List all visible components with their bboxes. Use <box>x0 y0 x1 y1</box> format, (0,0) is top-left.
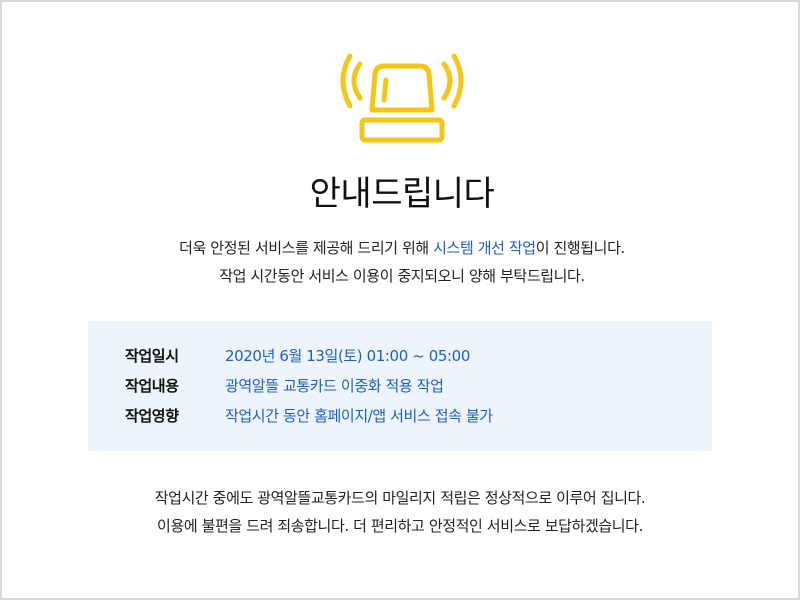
info-label-content: 작업내용 <box>125 377 179 395</box>
notice-line-2: 이용에 불편을 드려 죄송합니다. 더 편리하고 안정적인 서비스로 보답하겠습… <box>157 517 643 535</box>
maintenance-info-box: 작업일시 2020년 6월 13일(토) 01:00 ~ 05:00 작업내용 … <box>88 321 712 451</box>
info-label-impact: 작업영향 <box>125 407 179 425</box>
info-value-impact: 작업시간 동안 홈페이지/앱 서비스 접속 불가 <box>225 407 493 425</box>
intro-line-1: 더욱 안정된 서비스를 제공해 드리기 위해 시스템 개선 작업이 진행됩니다. <box>2 234 800 262</box>
info-value-content: 광역알뜰 교통카드 이중화 적용 작업 <box>225 377 444 395</box>
intro-text: 더욱 안정된 서비스를 제공해 드리기 위해 시스템 개선 작업이 진행됩니다.… <box>2 234 800 290</box>
closing-notice: 작업시간 중에도 광역알뜰교통카드의 마일리지 적립은 정상적으로 이루어 집니… <box>0 484 800 540</box>
info-value-datetime: 2020년 6월 13일(토) 01:00 ~ 05:00 <box>225 347 470 365</box>
intro-line-1-end: 이 진행됩니다. <box>535 239 626 257</box>
intro-line-1-start: 더욱 안정된 서비스를 제공해 드리기 위해 <box>179 239 434 257</box>
info-label-datetime: 작업일시 <box>125 347 179 365</box>
intro-highlight: 시스템 개선 작업 <box>433 239 536 257</box>
notice-line-1: 작업시간 중에도 광역알뜰교통카드의 마일리지 적립은 정상적으로 이루어 집니… <box>154 489 646 507</box>
intro-line-2: 작업 시간동안 서비스 이용이 중지되오니 양해 부탁드립니다. <box>219 267 585 285</box>
page-title: 안내드립니다 <box>309 174 495 214</box>
alarm-siren-icon <box>340 53 464 143</box>
